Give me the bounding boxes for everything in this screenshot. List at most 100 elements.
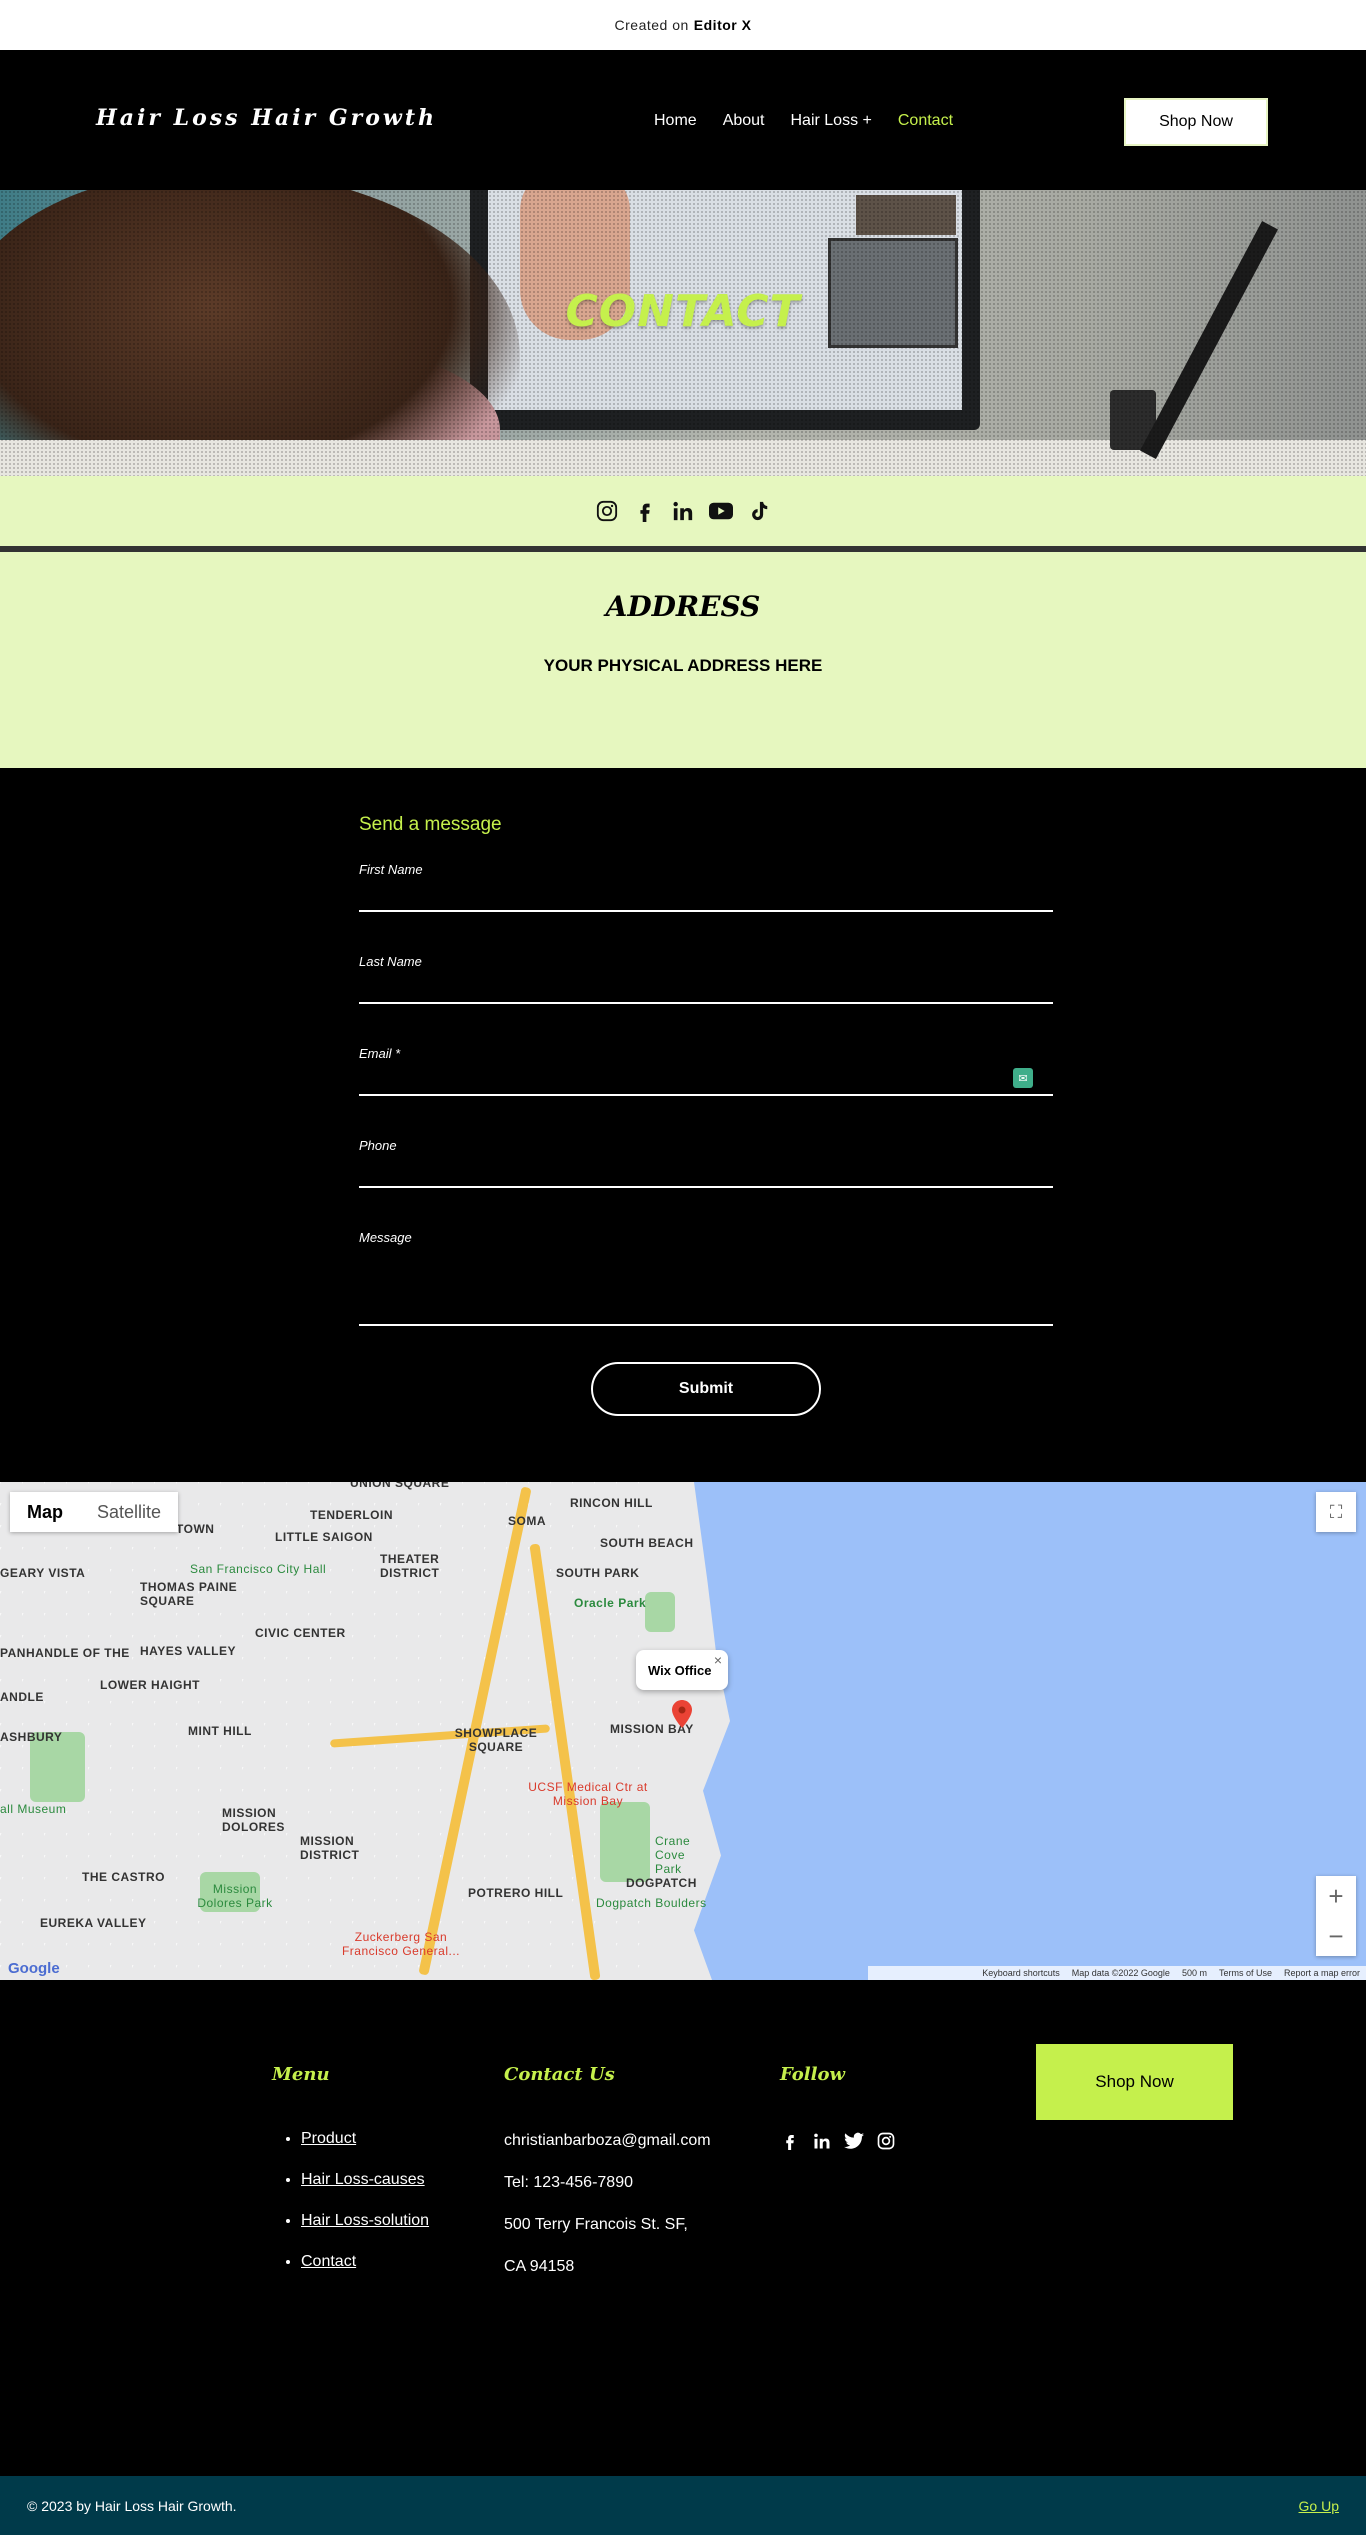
nav-about[interactable]: About bbox=[723, 112, 765, 130]
map-label: ASHBURY bbox=[0, 1730, 63, 1744]
tiktok-icon[interactable] bbox=[747, 499, 771, 523]
footer-link-contact[interactable]: Contact bbox=[301, 2253, 356, 2270]
map-attribution: Keyboard shortcuts Map data ©2022 Google… bbox=[868, 1966, 1366, 1980]
site-header: Hair Loss Hair Growth Home About Hair Lo… bbox=[0, 50, 1366, 190]
map-label: SHOWPLACE SQUARE bbox=[454, 1726, 538, 1754]
footer-menu-item: Contact bbox=[301, 2253, 429, 2271]
marker-popup[interactable]: Wix Office × bbox=[636, 1650, 728, 1690]
linkedin-icon[interactable] bbox=[812, 2131, 832, 2151]
phone-field[interactable]: Phone bbox=[359, 1138, 1053, 1188]
map-label: DOGPATCH bbox=[626, 1876, 697, 1890]
report-error-link[interactable]: Report a map error bbox=[1284, 1968, 1360, 1978]
map-label: PANHANDLE OF THE bbox=[0, 1646, 130, 1660]
zoom-in-button[interactable]: + bbox=[1316, 1876, 1356, 1916]
message-field[interactable]: Message bbox=[359, 1230, 1053, 1330]
autofill-icon[interactable]: ✉ bbox=[1013, 1068, 1033, 1088]
marker-label: Wix Office bbox=[648, 1662, 712, 1678]
map-label: SOUTH BEACH bbox=[600, 1536, 694, 1550]
map-label: MINT HILL bbox=[188, 1724, 252, 1738]
fullscreen-icon[interactable]: ⛶ bbox=[1316, 1492, 1356, 1532]
footer-contact-title: Contact Us bbox=[504, 2064, 615, 2085]
nav-home[interactable]: Home bbox=[654, 112, 697, 130]
map-data-text: Map data ©2022 Google bbox=[1071, 1968, 1170, 1978]
map-type-satellite[interactable]: Satellite bbox=[80, 1492, 178, 1532]
instagram-icon[interactable] bbox=[876, 2131, 896, 2151]
email-field[interactable]: Email * ✉ bbox=[359, 1046, 1053, 1096]
map-label: ANDLE bbox=[0, 1690, 44, 1704]
google-map[interactable]: UNION SQUARE TENDERLOIN LITTLE SAIGON SO… bbox=[0, 1482, 1366, 1980]
nav-hair-loss[interactable]: Hair Loss + bbox=[791, 112, 872, 130]
go-up-link[interactable]: Go Up bbox=[1299, 2498, 1339, 2514]
twitter-icon[interactable] bbox=[844, 2131, 864, 2151]
zoom-out-button[interactable]: − bbox=[1316, 1916, 1356, 1956]
site-logo[interactable]: Hair Loss Hair Growth bbox=[96, 105, 437, 131]
editor-x-brand: Editor X bbox=[693, 17, 752, 33]
footer-follow-title: Follow bbox=[780, 2064, 845, 2085]
zoom-control: + − bbox=[1316, 1876, 1356, 1956]
nav-contact[interactable]: Contact bbox=[898, 112, 953, 130]
close-icon[interactable]: × bbox=[714, 1652, 722, 1668]
map-type-map[interactable]: Map bbox=[10, 1492, 80, 1532]
submit-button[interactable]: Submit bbox=[591, 1362, 821, 1416]
linkedin-icon[interactable] bbox=[671, 499, 695, 523]
map-street-grid bbox=[0, 1482, 700, 1980]
last-name-field[interactable]: Last Name bbox=[359, 954, 1053, 1004]
map-label: TOWN bbox=[176, 1522, 215, 1536]
address-section: ADDRESS YOUR PHYSICAL ADDRESS HERE bbox=[0, 552, 1366, 768]
message-underline bbox=[359, 1324, 1053, 1326]
keyboard-shortcuts-link[interactable]: Keyboard shortcuts bbox=[982, 1968, 1060, 1978]
form-title: Send a message bbox=[359, 814, 502, 835]
footer-contact-info: christianbarboza@gmail.com Tel: 123-456-… bbox=[504, 2132, 711, 2300]
map-label: MISSION DISTRICT bbox=[300, 1834, 360, 1862]
last-name-underline bbox=[359, 1002, 1053, 1004]
facebook-icon[interactable] bbox=[633, 499, 657, 523]
contact-city: CA 94158 bbox=[504, 2258, 575, 2275]
footer-social-icons bbox=[780, 2131, 896, 2151]
footer-shop-now-button[interactable]: Shop Now bbox=[1036, 2044, 1233, 2120]
contact-street: 500 Terry Francois St. SF, bbox=[504, 2216, 688, 2233]
footer-menu-item: Hair Loss-solution bbox=[301, 2212, 429, 2230]
map-label: Crane Cove Park bbox=[655, 1834, 691, 1876]
map-label: GEARY VISTA bbox=[0, 1566, 86, 1580]
address-title: ADDRESS bbox=[605, 590, 761, 623]
map-label: CIVIC CENTER bbox=[255, 1626, 346, 1640]
phone-label: Phone bbox=[359, 1138, 397, 1153]
message-label: Message bbox=[359, 1230, 412, 1245]
map-label: HAYES VALLEY bbox=[140, 1644, 237, 1658]
contact-email[interactable]: christianbarboza@gmail.com bbox=[504, 2132, 711, 2150]
map-label: San Francisco City Hall bbox=[190, 1562, 327, 1576]
map-label: RINCON HILL bbox=[570, 1496, 653, 1510]
scale-text: 500 m bbox=[1181, 1968, 1207, 1978]
contact-form: Send a message First Name Last Name Emai… bbox=[0, 768, 1366, 1482]
page-title: CONTACT bbox=[565, 286, 801, 337]
map-type-control: Map Satellite bbox=[10, 1492, 179, 1532]
map-park-oracle bbox=[645, 1592, 675, 1632]
map-pin-icon[interactable] bbox=[672, 1700, 692, 1728]
first-name-field[interactable]: First Name bbox=[359, 862, 1053, 912]
bottom-bar: © 2023 by Hair Loss Hair Growth. Go Up bbox=[0, 2476, 1366, 2535]
facebook-icon[interactable] bbox=[780, 2131, 800, 2151]
map-park-crane bbox=[600, 1802, 650, 1882]
first-name-label: First Name bbox=[359, 862, 423, 877]
terms-link[interactable]: Terms of Use bbox=[1219, 1968, 1272, 1978]
map-label: SOUTH PARK bbox=[556, 1566, 640, 1580]
site-footer: Menu Product Hair Loss-causes Hair Loss-… bbox=[0, 1980, 1366, 2476]
contact-phone: Tel: 123-456-7890 bbox=[504, 2174, 633, 2191]
youtube-icon[interactable] bbox=[709, 499, 733, 523]
map-label: UCSF Medical Ctr at Mission Bay bbox=[528, 1780, 648, 1808]
address-text: YOUR PHYSICAL ADDRESS HERE bbox=[543, 656, 823, 675]
footer-link-solution[interactable]: Hair Loss-solution bbox=[301, 2212, 429, 2229]
footer-menu-title: Menu bbox=[272, 2064, 330, 2085]
map-label: SOMA bbox=[508, 1514, 546, 1528]
copyright-text: © 2023 by Hair Loss Hair Growth. bbox=[27, 2497, 237, 2514]
map-label: EUREKA VALLEY bbox=[40, 1916, 147, 1930]
map-label: Oracle Park bbox=[574, 1596, 647, 1610]
map-label: MISSION DOLORES bbox=[222, 1806, 285, 1834]
editor-x-banner[interactable]: Created on Editor X bbox=[0, 0, 1366, 50]
instagram-icon[interactable] bbox=[595, 499, 619, 523]
map-label: UNION SQUARE bbox=[350, 1482, 450, 1490]
footer-link-product[interactable]: Product bbox=[301, 2130, 356, 2147]
shop-now-button[interactable]: Shop Now bbox=[1124, 98, 1268, 146]
map-label: Dogpatch Boulders bbox=[596, 1896, 707, 1910]
footer-link-causes[interactable]: Hair Loss-causes bbox=[301, 2171, 425, 2188]
